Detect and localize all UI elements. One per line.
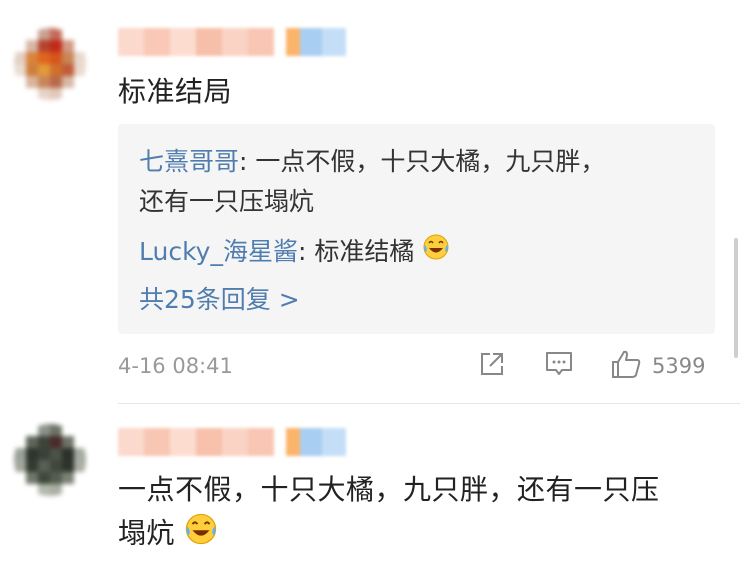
comment-icon [544,350,574,382]
comment-text-line2: 塌炕 [118,516,176,550]
username[interactable] [118,428,346,456]
thumbs-up-icon [610,349,642,383]
replies-box[interactable]: 七熹哥哥: 一点不假，十只大橘，九只胖， 还有一只压塌炕 Lucky_海星酱: … [118,124,715,334]
comment-feed: 标准结局 七熹哥哥: 一点不假，十只大橘，九只胖， 还有一只压塌炕 Lucky_… [0,0,740,563]
comment-text: 一点不假，十只大橘，九只胖，还有一只压 [118,473,660,506]
username[interactable] [118,28,346,56]
like-button[interactable]: 5399 [610,346,705,386]
reply-text: 标准结橘 [314,237,415,266]
laughing-crying-emoji-icon [422,233,450,273]
reply-item[interactable]: 七熹哥哥: 一点不假，十只大橘，九只胖， [139,142,605,182]
avatar[interactable] [14,28,86,100]
divider [118,403,740,404]
reply-author[interactable]: 七熹哥哥 [139,147,239,176]
avatar[interactable] [14,424,86,496]
reply-item[interactable]: Lucky_海星酱: 标准结橘 [139,232,450,273]
reply-text-continued: 还有一只压塌炕 [139,187,315,216]
reply-separator: : [239,147,256,176]
reply-text: 一点不假，十只大橘，九只胖， [255,147,606,176]
comment-button[interactable] [544,346,574,386]
share-button[interactable] [478,346,506,386]
scrollbar[interactable] [734,238,738,358]
more-replies-link[interactable]: 共25条回复 > [139,280,300,320]
share-icon [478,350,506,382]
comment-text: 标准结局 [118,75,233,108]
reply-author[interactable]: Lucky_海星酱 [139,237,298,266]
comment-text-continued: 塌炕 [118,512,218,557]
reply-separator: : [297,237,315,266]
laughing-crying-emoji-icon [184,512,218,557]
like-count: 5399 [652,354,706,378]
timestamp: 4-16 08:41 [118,354,233,378]
